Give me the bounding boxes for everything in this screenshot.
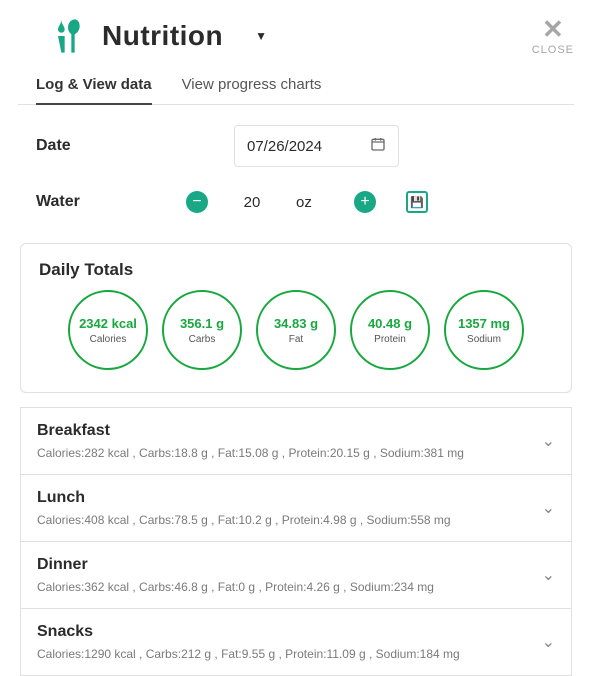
meal-summary: Calories:362 kcal , Carbs:46.8 g , Fat:0… <box>37 580 542 594</box>
meal-name: Dinner <box>37 556 542 574</box>
minus-icon: − <box>192 194 201 210</box>
chevron-down-icon: ⌄ <box>542 565 555 585</box>
total-fat: 34.83 g Fat <box>256 290 336 370</box>
total-calories: 2342 kcal Calories <box>68 290 148 370</box>
chevron-down-icon: ⌄ <box>542 632 555 652</box>
meal-row-snacks[interactable]: Snacks Calories:1290 kcal , Carbs:212 g … <box>20 609 572 676</box>
total-label: Protein <box>374 334 406 345</box>
total-sodium: 1357 mg Sodium <box>444 290 524 370</box>
meal-summary: Calories:1290 kcal , Carbs:212 g , Fat:9… <box>37 647 542 661</box>
meal-row-breakfast[interactable]: Breakfast Calories:282 kcal , Carbs:18.8… <box>20 407 572 475</box>
meal-summary: Calories:408 kcal , Carbs:78.5 g , Fat:1… <box>37 513 542 527</box>
total-label: Calories <box>90 334 127 345</box>
meal-name: Snacks <box>37 623 542 641</box>
water-value: 20 <box>238 194 266 211</box>
meal-summary: Calories:282 kcal , Carbs:18.8 g , Fat:1… <box>37 446 542 460</box>
total-value: 2342 kcal <box>79 316 137 331</box>
total-label: Fat <box>289 334 303 345</box>
tab-charts[interactable]: View progress charts <box>182 68 322 104</box>
water-unit: oz <box>296 194 324 211</box>
date-value: 07/26/2024 <box>247 138 322 155</box>
total-protein: 40.48 g Protein <box>350 290 430 370</box>
close-label: CLOSE <box>532 44 574 56</box>
total-label: Sodium <box>467 334 501 345</box>
total-carbs: 356.1 g Carbs <box>162 290 242 370</box>
close-icon: ✕ <box>542 16 564 42</box>
meal-row-lunch[interactable]: Lunch Calories:408 kcal , Carbs:78.5 g ,… <box>20 475 572 542</box>
page-title: Nutrition <box>102 20 223 52</box>
close-button[interactable]: ✕ CLOSE <box>532 16 574 56</box>
chevron-down-icon: ⌄ <box>542 498 555 518</box>
daily-totals-card: Daily Totals 2342 kcal Calories 356.1 g … <box>20 243 572 393</box>
total-value: 1357 mg <box>458 316 510 331</box>
daily-totals-heading: Daily Totals <box>21 244 571 290</box>
plus-icon: + <box>360 194 369 210</box>
caret-down-icon[interactable]: ▼ <box>255 29 267 43</box>
water-save-button[interactable]: 💾 <box>406 191 428 213</box>
meal-row-dinner[interactable]: Dinner Calories:362 kcal , Carbs:46.8 g … <box>20 542 572 609</box>
tab-log[interactable]: Log & View data <box>36 68 152 105</box>
total-value: 356.1 g <box>180 316 224 331</box>
water-label: Water <box>36 193 186 211</box>
total-label: Carbs <box>189 334 216 345</box>
nutrition-logo-icon <box>48 16 88 56</box>
water-minus-button[interactable]: − <box>186 191 208 213</box>
total-value: 34.83 g <box>274 316 318 331</box>
chevron-down-icon: ⌄ <box>542 431 555 451</box>
total-value: 40.48 g <box>368 316 412 331</box>
water-plus-button[interactable]: + <box>354 191 376 213</box>
date-label: Date <box>36 137 186 155</box>
date-input[interactable]: 07/26/2024 <box>234 125 399 167</box>
meal-name: Lunch <box>37 489 542 507</box>
save-icon: 💾 <box>410 196 424 209</box>
calendar-icon <box>370 136 386 156</box>
meal-name: Breakfast <box>37 422 542 440</box>
